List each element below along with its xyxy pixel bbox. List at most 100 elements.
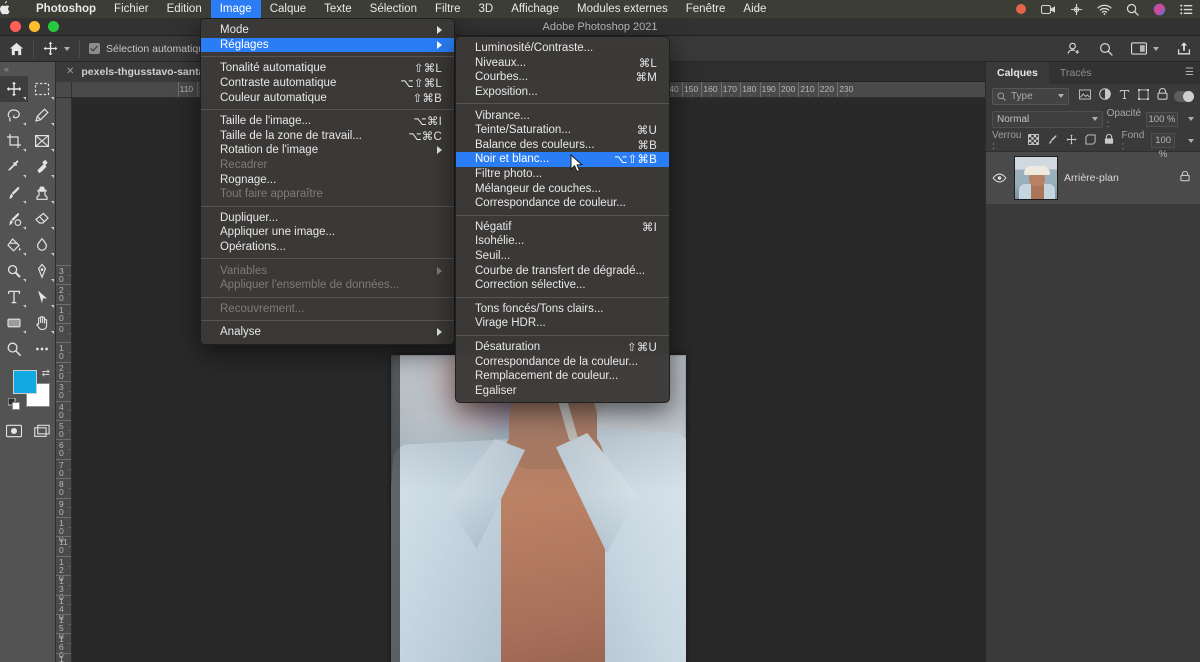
home-button[interactable] (0, 36, 33, 62)
layer-name[interactable]: Arrière-plan (1064, 172, 1119, 184)
menu-modules-externes[interactable]: Modules externes (568, 0, 677, 18)
blend-mode-select[interactable]: Normal (992, 110, 1103, 128)
menu-edition[interactable]: Edition (158, 0, 211, 18)
menu-texte[interactable]: Texte (315, 0, 361, 18)
fill-chevron-icon[interactable] (1188, 138, 1194, 143)
type-layer-icon[interactable] (1119, 87, 1130, 105)
layer-thumbnail[interactable] (1014, 156, 1058, 200)
tab-calques[interactable]: Calques (986, 62, 1049, 84)
filter-enable-toggle[interactable] (1174, 90, 1194, 102)
adjustments-menu-item-12[interactable]: Isohélie... (456, 234, 669, 249)
adjustments-menu-item-5[interactable]: Teinte/Saturation... ⌘U (456, 123, 669, 138)
workspace-chevron-icon[interactable] (1153, 46, 1159, 51)
eyedropper-tool[interactable] (0, 154, 28, 180)
image-menu-item-5[interactable]: Taille de l'image... ⌥⌘I (201, 114, 454, 129)
image-menu-item-17[interactable]: Analyse (201, 325, 454, 340)
gradient-tool[interactable] (0, 232, 28, 258)
lock-all-icon[interactable] (1104, 133, 1114, 148)
menu-filtre[interactable]: Filtre (426, 0, 470, 18)
blend-mode-chevron-icon[interactable] (1091, 117, 1098, 121)
auto-select-checkbox[interactable] (89, 43, 100, 54)
eraser-tool[interactable] (28, 206, 56, 232)
adjustments-menu-item-19[interactable]: Correspondance de la couleur... (456, 354, 669, 369)
image-menu-item-0[interactable]: Mode (201, 23, 454, 38)
adjustments-menu-item-3[interactable]: Exposition... (456, 85, 669, 100)
layer-visibility-eye-icon[interactable] (990, 173, 1008, 183)
fill-value[interactable]: 100 % (1151, 133, 1175, 160)
default-colors-icon[interactable] (7, 397, 20, 415)
image-menu-item-12[interactable]: Appliquer une image... (201, 225, 454, 240)
control-center-icon[interactable] (1173, 4, 1200, 15)
hand-tool[interactable] (28, 310, 56, 336)
brush-tool[interactable] (0, 180, 28, 206)
adjustments-menu-item-21[interactable]: Egaliser (456, 383, 669, 398)
pen-tool[interactable] (28, 258, 56, 284)
siri-icon[interactable] (1146, 3, 1173, 16)
menu-aide[interactable]: Aide (734, 0, 775, 18)
type-tool[interactable] (0, 284, 28, 310)
spot-healing-brush-tool[interactable] (28, 154, 56, 180)
zoom-tool[interactable] (0, 336, 28, 362)
panel-menu-icon[interactable]: ☰ (1185, 62, 1200, 84)
adjustments-menu-item-9[interactable]: Mélangeur de couches... (456, 181, 669, 196)
close-tab-icon[interactable]: ✕ (66, 66, 74, 77)
image-menu-item-6[interactable]: Taille de la zone de travail... ⌥⌘C (201, 129, 454, 144)
menu-photoshop[interactable]: Photoshop (34, 0, 105, 18)
adjustments-menu-item-10[interactable]: Correspondance de couleur... (456, 196, 669, 211)
current-tool-button[interactable] (34, 36, 79, 62)
lasso-tool[interactable] (0, 102, 28, 128)
adjustments-menu-item-1[interactable]: Niveaux... ⌘L (456, 56, 669, 71)
adjustments-menu-item-0[interactable]: Luminosité/Contraste... (456, 41, 669, 56)
filter-kind-chevron-icon[interactable] (1058, 94, 1065, 98)
quick-selection-tool[interactable] (28, 102, 56, 128)
image-menu-item-2[interactable]: Tonalité automatique ⇧⌘L (201, 61, 454, 76)
crop-tool[interactable] (0, 128, 28, 154)
adjustments-menu-item-17[interactable]: Virage HDR... (456, 316, 669, 331)
image-menu-item-7[interactable]: Rotation de l'image (201, 143, 454, 158)
shape-layer-icon[interactable] (1138, 87, 1150, 105)
lock-transparent-pixels-icon[interactable] (1028, 133, 1040, 148)
quick-mask-icon[interactable] (0, 418, 28, 444)
move-tool[interactable] (0, 76, 28, 102)
menu-selection[interactable]: Sélection (361, 0, 426, 18)
adjustments-menu-item-7[interactable]: Noir et blanc... ⌥⇧⌘B (456, 152, 669, 167)
adjustments-menu-item-11[interactable]: Négatif ⌘I (456, 220, 669, 235)
image-menu-item-9[interactable]: Rognage... (201, 172, 454, 187)
lock-artboard-nesting-icon[interactable] (1085, 133, 1097, 148)
image-menu-item-1[interactable]: Réglages (201, 37, 454, 53)
screen-record-icon[interactable] (1008, 3, 1034, 15)
frame-tool[interactable] (28, 128, 56, 154)
layer-row[interactable]: Arrière-plan (986, 152, 1200, 204)
menu-calque[interactable]: Calque (261, 0, 315, 18)
history-brush-tool[interactable] (0, 206, 28, 232)
adjustments-menu-item-14[interactable]: Courbe de transfert de dégradé... (456, 263, 669, 278)
image-menu-item-3[interactable]: Contraste automatique ⌥⇧⌘L (201, 76, 454, 91)
collapse-chevrons-icon[interactable]: « (0, 62, 55, 76)
swap-colors-icon[interactable]: ⇄ (42, 368, 50, 379)
edit-toolbar-button[interactable] (28, 336, 56, 362)
tab-traces[interactable]: Tracés (1049, 62, 1103, 84)
menu-3d[interactable]: 3D (470, 0, 503, 18)
menu-image[interactable]: Image (210, 0, 261, 18)
foreground-color-swatch[interactable] (13, 370, 37, 394)
path-selection-tool[interactable] (28, 284, 56, 310)
lock-position-icon[interactable] (1066, 134, 1077, 148)
menu-fichier[interactable]: Fichier (105, 0, 158, 18)
smart-object-icon[interactable] (1157, 87, 1169, 105)
image-menu-item-11[interactable]: Dupliquer... (201, 211, 454, 226)
workspace-switcher[interactable] (1122, 36, 1168, 62)
adjustments-menu-item-6[interactable]: Balance des couleurs... ⌘B (456, 138, 669, 153)
menu-affichage[interactable]: Affichage (502, 0, 568, 18)
video-camera-icon[interactable] (1034, 4, 1063, 15)
filter-kind-select[interactable]: Type (992, 87, 1070, 105)
adjustments-submenu[interactable]: Luminosité/Contraste... Niveaux... ⌘L Courb… (455, 36, 670, 404)
apple-logo-icon[interactable] (0, 1, 34, 17)
image-menu[interactable]: Mode Réglages Tonalité automatique ⇧⌘L Contr… (200, 18, 455, 345)
rectangular-marquee-tool[interactable] (28, 76, 56, 102)
image-menu-item-13[interactable]: Opérations... (201, 240, 454, 255)
adjustments-menu-item-4[interactable]: Vibrance... (456, 108, 669, 123)
adjustments-menu-item-2[interactable]: Courbes... ⌘M (456, 70, 669, 85)
adjustments-menu-item-8[interactable]: Filtre photo... (456, 167, 669, 182)
ruler-origin-corner[interactable] (56, 82, 72, 98)
export-button[interactable] (1168, 36, 1200, 62)
